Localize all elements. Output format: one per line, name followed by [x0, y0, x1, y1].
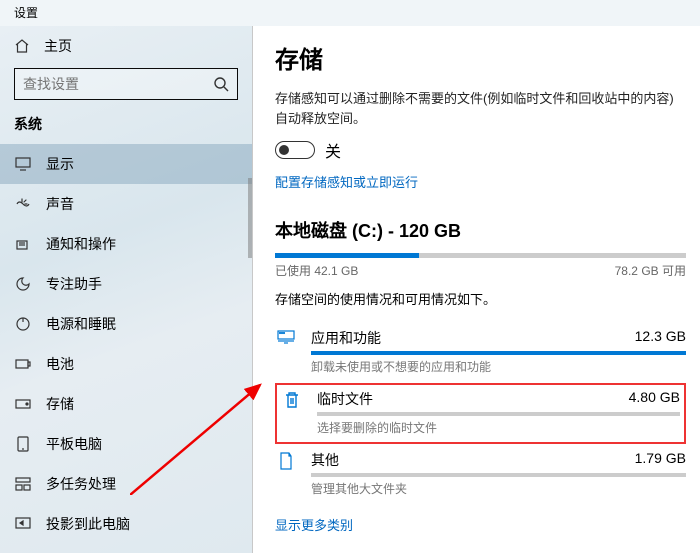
nav-list: 显示声音通知和操作专注助手电源和睡眠电池存储平板电脑多任务处理投影到此电脑 [0, 144, 252, 553]
search-field[interactable] [23, 76, 213, 92]
storage-category[interactable]: 临时文件 4.80 GB 选择要删除的临时文件 [275, 383, 686, 444]
nav-label: 平板电脑 [46, 434, 102, 454]
nav-label: 通知和操作 [46, 234, 116, 254]
nav-item[interactable]: 通知和操作 [0, 224, 252, 264]
storage-icon [275, 328, 297, 375]
nav-item[interactable]: 显示 [0, 144, 252, 184]
storage-name: 应用和功能 [311, 328, 381, 348]
home-label: 主页 [44, 36, 72, 56]
nav-icon [14, 235, 32, 253]
search-input[interactable] [14, 68, 238, 100]
home-button[interactable]: 主页 [0, 26, 252, 68]
nav-label: 电源和睡眠 [46, 314, 116, 334]
storage-bar [311, 351, 686, 355]
nav-item[interactable]: 电源和睡眠 [0, 304, 252, 344]
storage-size: 4.80 GB [629, 389, 680, 409]
nav-icon [14, 315, 32, 333]
storage-name: 其他 [311, 450, 339, 470]
disk-usage-bar [275, 253, 686, 258]
storage-sense-desc: 存储感知可以通过删除不需要的文件(例如临时文件和回收站中的内容)自动释放空间。 [275, 89, 686, 128]
toggle-label: 关 [325, 138, 341, 162]
home-icon [14, 38, 30, 54]
nav-icon [14, 475, 32, 493]
nav-item[interactable]: 声音 [0, 184, 252, 224]
nav-icon [14, 275, 32, 293]
nav-item[interactable]: 存储 [0, 384, 252, 424]
main-content: 存储 存储感知可以通过删除不需要的文件(例如临时文件和回收站中的内容)自动释放空… [253, 26, 700, 553]
usage-desc: 存储空间的使用情况和可用情况如下。 [275, 289, 686, 308]
nav-item[interactable]: 多任务处理 [0, 464, 252, 504]
storage-bar [317, 412, 680, 416]
storage-category[interactable]: 应用和功能 12.3 GB 卸载未使用或不想要的应用和功能 [275, 322, 686, 383]
nav-label: 存储 [46, 394, 74, 414]
disk-free: 78.2 GB 可用 [615, 262, 686, 279]
nav-item[interactable]: 专注助手 [0, 264, 252, 304]
nav-item[interactable]: 平板电脑 [0, 424, 252, 464]
nav-icon [14, 515, 32, 533]
storage-size: 12.3 GB [635, 328, 686, 348]
nav-icon [14, 195, 32, 213]
nav-icon [14, 435, 32, 453]
nav-label: 声音 [46, 194, 74, 214]
sidebar: 主页 系统 显示声音通知和操作专注助手电源和睡眠电池存储平板电脑多任务处理投影到… [0, 26, 253, 553]
nav-label: 电池 [46, 354, 74, 374]
storage-icon [281, 389, 303, 436]
nav-icon [14, 155, 32, 173]
storage-sub: 选择要删除的临时文件 [317, 419, 680, 436]
storage-icon [275, 450, 297, 497]
storage-sense-toggle[interactable] [275, 141, 315, 159]
window-title: 设置 [0, 0, 700, 26]
disk-used: 已使用 42.1 GB [275, 262, 358, 279]
storage-size: 1.79 GB [635, 450, 686, 470]
storage-category[interactable]: 其他 1.79 GB 管理其他大文件夹 [275, 444, 686, 505]
storage-sub: 卸载未使用或不想要的应用和功能 [311, 358, 686, 375]
disk-title: 本地磁盘 (C:) - 120 GB [275, 217, 686, 243]
storage-sub: 管理其他大文件夹 [311, 480, 686, 497]
scrollbar[interactable] [248, 178, 252, 258]
nav-label: 专注助手 [46, 274, 102, 294]
nav-icon [14, 395, 32, 413]
nav-label: 投影到此电脑 [46, 514, 130, 534]
storage-name: 临时文件 [317, 389, 373, 409]
category-label: 系统 [0, 110, 252, 144]
nav-item[interactable]: 投影到此电脑 [0, 504, 252, 544]
nav-label: 多任务处理 [46, 474, 116, 494]
search-icon [213, 76, 229, 92]
nav-item[interactable]: 电池 [0, 344, 252, 384]
show-more-link[interactable]: 显示更多类别 [275, 515, 686, 534]
storage-bar [311, 473, 686, 477]
nav-label: 显示 [46, 154, 74, 174]
configure-link[interactable]: 配置存储感知或立即运行 [275, 172, 686, 191]
nav-icon [14, 355, 32, 373]
page-title: 存储 [275, 40, 686, 75]
